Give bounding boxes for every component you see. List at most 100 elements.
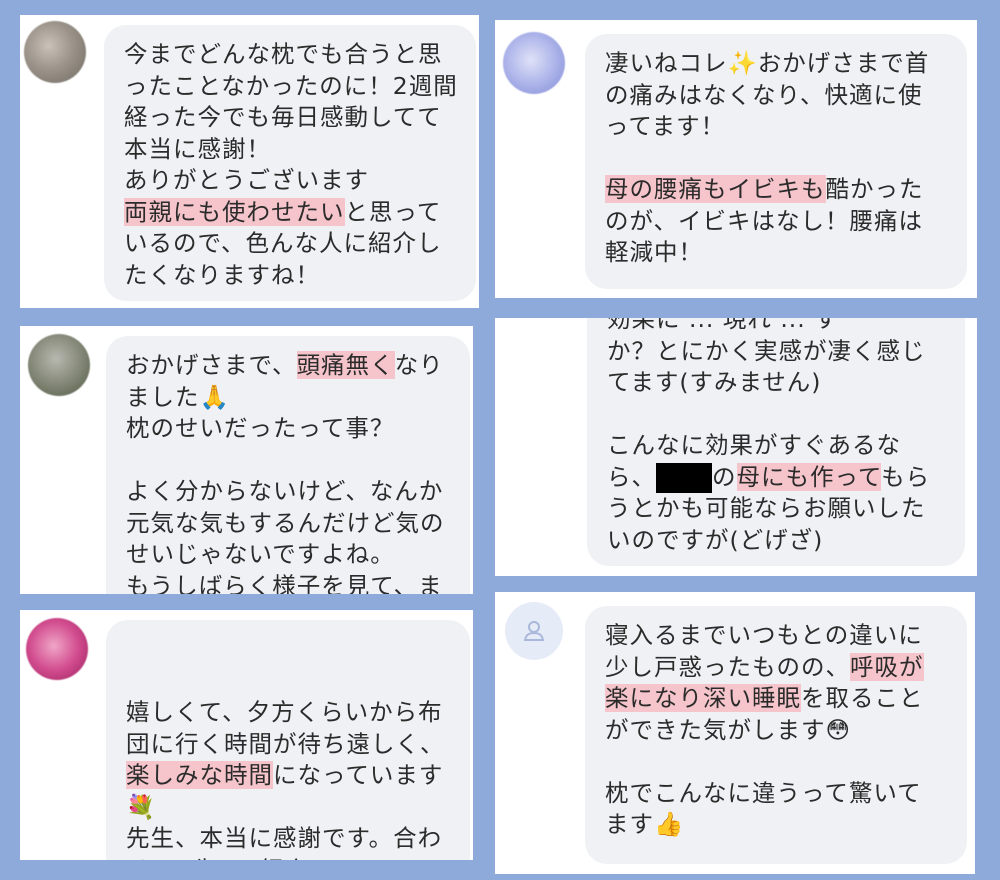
message-line: てます(すみません) — [607, 367, 947, 399]
message-line: 両親にも使わせたいと思って — [124, 197, 458, 229]
text-segment: てます(すみません) — [607, 368, 822, 396]
message-bubble: 寝入るまでいつもとの違いに 少し戸惑ったものの、呼吸が 楽になり深い睡眠を取ることが… — [585, 606, 967, 864]
text-segment: の — [712, 462, 737, 491]
message-text: 効果に ... 現れ ... すか？とにかく実感が凄く感じ てます(すみません) こ… — [607, 318, 947, 556]
message-line: 先生、本当に感謝です。合わ — [126, 823, 452, 855]
user-avatar — [503, 32, 565, 94]
message-line: 枕でこんなに違うって驚いて — [605, 778, 949, 810]
text-segment: 元気な気もするんだけど気の — [126, 508, 445, 537]
text-segment: 枕のせいだったって事？ — [126, 414, 395, 442]
user-avatar — [24, 21, 86, 83]
text-segment: 今までどんな枕でも合うと思 — [124, 40, 443, 68]
text-segment: 軽減中！ — [605, 238, 703, 266]
message-bubble: 効果に ... 現れ ... すか？とにかく実感が凄く感じ てます(すみません) こ… — [587, 318, 965, 566]
message-line: こんなに効果がすぐあるな — [607, 430, 947, 462]
message-line: ってます！ — [605, 111, 949, 143]
message-line: ったことなかったのに！2週間 — [124, 71, 458, 103]
testimonial-card-5: 嬉しくて、夕方くらいから布 団に行く時間が待ち遠しく、 楽しみな時間になっています 💐… — [20, 610, 473, 860]
text-segment: ます👍 — [605, 810, 685, 838]
default-avatar — [505, 602, 563, 660]
text-segment: 酷かった — [825, 175, 924, 203]
message-bubble: おかげさまで、頭痛無くなり ました🙏 枕のせいだったって事？ よく分からないけど、なん… — [106, 336, 470, 594]
message-line: か？とにかく実感が凄く感じ — [607, 336, 947, 368]
highlighted-text: 両親にも使わせたい — [124, 197, 345, 226]
message-text: 嬉しくて、夕方くらいから布 団に行く時間が待ち遠しく、 楽しみな時間になっています 💐… — [126, 634, 452, 860]
message-line: 経った今でも毎日感動してて — [124, 102, 458, 134]
message-line: せいじゃないですよね。 — [126, 539, 452, 571]
message-text: 今までどんな枕でも合うと思 ったことなかったのに！2週間 経った今でも毎日感動してて… — [124, 39, 458, 291]
text-segment: 嬉しくて、夕方くらいから布 — [126, 698, 443, 726]
message-line: おかげさまで、頭痛無くなり — [126, 350, 452, 382]
testimonial-card-2: 凄いねコレ✨おかげさまで首 の痛みはなくなり、快適に使 ってます！ 母の腰痛もイビキも… — [495, 20, 977, 298]
text-segment: いのですが(どげざ) — [607, 525, 824, 554]
message-line: 母の腰痛もイビキも酷かった — [605, 174, 949, 206]
testimonial-card-3: おかげさまで、頭痛無くなり ました🙏 枕のせいだったって事？ よく分からないけど、なん… — [20, 326, 473, 594]
message-line: よく分からないけど、なんか — [126, 476, 452, 508]
highlighted-text: 楽しみな時間 — [126, 761, 273, 789]
text-segment: 凄いねコレ✨おかげさまで首 — [605, 49, 930, 77]
text-segment: 枕でこんなに違うって驚いて — [605, 778, 922, 807]
message-line: ら、 の母にも作ってもら — [607, 462, 947, 493]
message-bubble: 凄いねコレ✨おかげさまで首 の痛みはなくなり、快適に使 ってます！ 母の腰痛もイビキも… — [585, 34, 967, 289]
text-segment: 寝入るまでいつもとの違いに — [605, 621, 923, 649]
text-segment: の痛みはなくなり、快適に使 — [605, 80, 923, 109]
message-line: 本当に感謝！ — [124, 134, 458, 166]
text-segment: なり — [394, 351, 444, 379]
bubble-tail — [585, 50, 587, 66]
highlighted-text: 母の腰痛もイビキも — [605, 175, 826, 203]
message-text: 凄いねコレ✨おかげさまで首 の痛みはなくなり、快適に使 ってます！ 母の腰痛もイビキも… — [605, 48, 949, 269]
message-line: 少し戸惑ったものの、呼吸が — [605, 652, 949, 684]
text-segment: になっています — [273, 761, 444, 789]
text-segment: よく分からないけど、なんか — [126, 477, 444, 505]
user-avatar — [26, 618, 88, 680]
bubble-tail — [585, 622, 587, 638]
text-segment: おかげさまで、 — [126, 351, 297, 379]
highlighted-text: 呼吸が — [850, 652, 924, 681]
text-segment: 💐 — [126, 792, 157, 821]
text-segment: せいじゃないですよね。 — [126, 540, 395, 568]
message-line: 軽減中！ — [605, 237, 949, 269]
message-line: せ ... 先 ... 紹介 ... — [126, 855, 452, 861]
bubble-tail — [106, 352, 108, 368]
testimonial-card-4: 効果に ... 現れ ... すか？とにかく実感が凄く感じ てます(すみません) こ… — [495, 318, 977, 576]
message-line: 寝入るまでいつもとの違いに — [605, 620, 949, 652]
text-segment: せ ... 先 ... 紹介 ... — [126, 856, 343, 861]
text-segment: 効果に ... 現れ ... す — [607, 318, 839, 333]
message-line: 楽になり深い睡眠を取ること — [605, 683, 949, 715]
message-line: いのですが(どげざ) — [607, 525, 947, 557]
message-line: ありがとうございます — [124, 165, 458, 197]
message-line: 効果に ... 現れ ... す — [607, 318, 947, 336]
message-line: の痛みはなくなり、快適に使 — [605, 80, 949, 112]
message-text: 寝入るまでいつもとの違いに 少し戸惑ったものの、呼吸が 楽になり深い睡眠を取ることが… — [605, 620, 949, 841]
redacted-name — [656, 463, 712, 493]
text-segment: ったことなかったのに！2週間 — [124, 71, 458, 100]
message-line: 今までどんな枕でも合うと思 — [124, 39, 458, 71]
testimonial-card-6: 寝入るまでいつもとの違いに 少し戸惑ったものの、呼吸が 楽になり深い睡眠を取ることが… — [495, 592, 975, 874]
text-segment: か？とにかく実感が凄く感じ — [607, 336, 926, 365]
text-segment: ができた気がします😳 — [605, 715, 851, 744]
highlighted-text: 母にも作って — [736, 462, 882, 491]
text-segment: 経った今でも毎日感動してて — [124, 103, 442, 131]
highlighted-text: 頭痛無く — [296, 351, 395, 379]
message-line: 枕のせいだったって事？ — [126, 413, 452, 445]
text-segment: ら、 — [607, 462, 656, 491]
text-segment: と思って — [344, 197, 442, 226]
bubble-tail — [104, 41, 106, 57]
message-line: 団に行く時間が待ち遠しく、 — [126, 729, 452, 761]
text-segment: 少し戸惑ったものの、 — [605, 652, 850, 681]
text-segment: を取ること — [801, 684, 924, 712]
text-segment: ました🙏 — [126, 382, 230, 411]
message-line: 💐 — [126, 792, 452, 824]
message-line: もうしばらく様子を見て、ま — [126, 571, 452, 595]
message-line: ができた気がします😳 — [605, 715, 949, 747]
message-line: うとかも可能ならお願いした — [607, 493, 947, 525]
message-line: たくなりますね！ — [124, 260, 458, 292]
text-segment: 団に行く時間が待ち遠しく、 — [126, 729, 445, 758]
message-line: 凄いねコレ✨おかげさまで首 — [605, 48, 949, 80]
